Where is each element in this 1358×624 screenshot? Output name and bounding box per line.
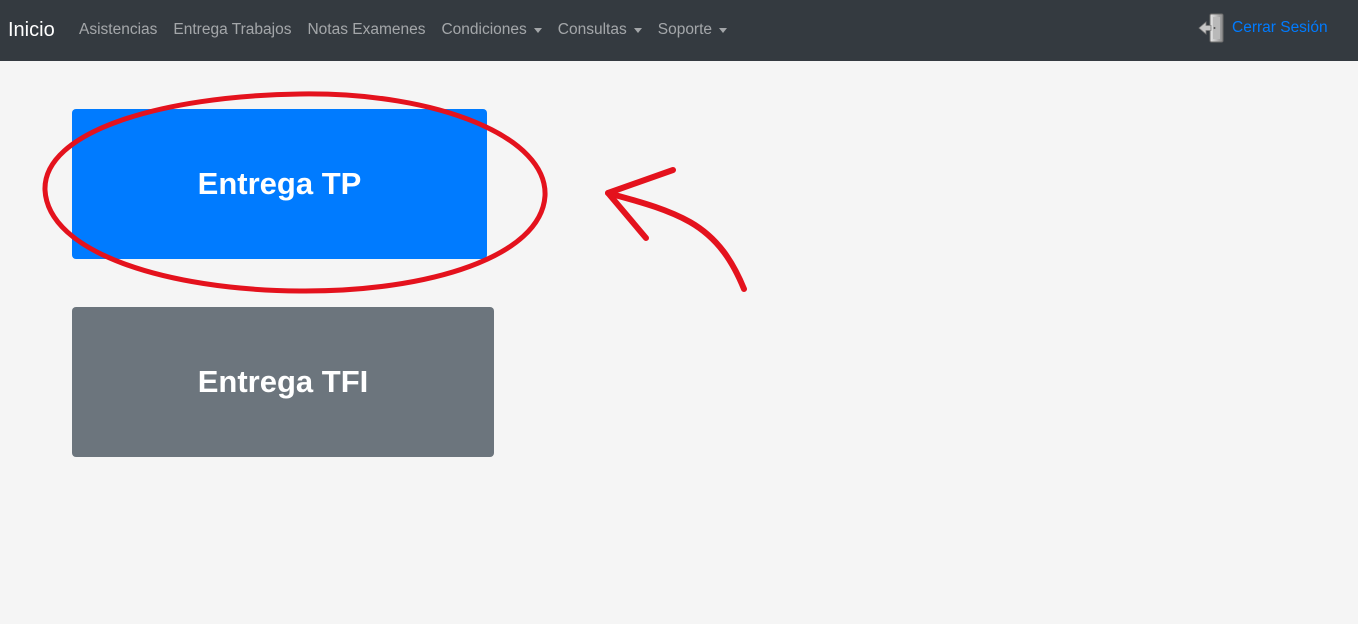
entrega-tp-label: Entrega TP	[197, 166, 362, 201]
entrega-tfi-button[interactable]: Entrega TFI	[72, 307, 494, 457]
nav-dropdown-consultas[interactable]: Consultas	[558, 20, 642, 40]
nav-link-label: Soporte	[657, 21, 713, 38]
entrega-tfi-label: Entrega TFI	[197, 364, 369, 399]
nav-link-label: Asistencias	[79, 21, 158, 38]
nav-dropdown-condiciones[interactable]: Condiciones	[441, 20, 542, 40]
nav-link-label: Notas Examenes	[307, 21, 426, 38]
curved-arrow-head	[605, 167, 676, 241]
curved-arrow-shaft	[605, 190, 747, 292]
caret-down-icon	[719, 27, 728, 33]
nav-link-label: Consultas	[557, 21, 627, 38]
nav-link-entrega-trabajos[interactable]: Entrega Trabajos	[173, 20, 291, 40]
entrega-tp-button[interactable]: Entrega TP	[72, 109, 487, 259]
caret-down-icon	[633, 27, 642, 33]
nav-link-notas-examenes[interactable]: Notas Examenes	[307, 20, 425, 40]
nav-links: Asistencias Entrega Trabajos Notas Exame…	[79, 20, 743, 40]
top-navbar: Inicio Asistencias Entrega Trabajos Nota…	[0, 0, 1358, 61]
caret-down-icon	[533, 27, 542, 33]
nav-dropdown-soporte[interactable]: Soporte	[657, 20, 728, 40]
nav-link-asistencias[interactable]: Asistencias	[79, 20, 157, 40]
nav-link-label: Condiciones	[441, 21, 527, 38]
door-exit-icon	[1198, 13, 1224, 43]
navbar-brand-inicio[interactable]: Inicio	[8, 18, 55, 42]
logout-link[interactable]: Cerrar Sesión	[1198, 13, 1328, 43]
nav-link-label: Entrega Trabajos	[173, 21, 292, 38]
logout-label: Cerrar Sesión	[1232, 19, 1328, 36]
